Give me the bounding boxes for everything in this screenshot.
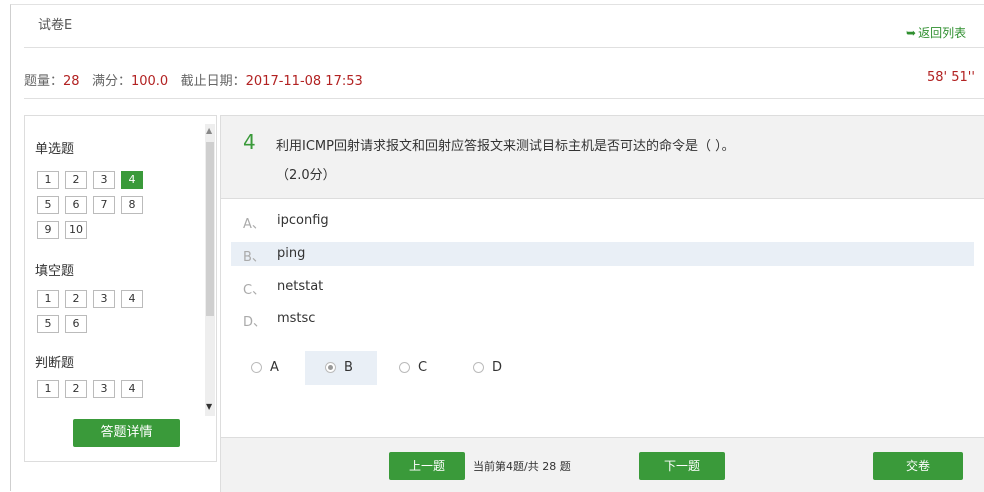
nav-question-button[interactable]: 1 — [37, 380, 59, 398]
section-title-single-choice: 单选题 — [35, 142, 75, 157]
divider — [24, 98, 984, 99]
nav-question-button[interactable]: 2 — [65, 380, 87, 398]
nav-question-button[interactable]: 8 — [121, 196, 143, 214]
choice-label: A — [270, 360, 279, 375]
score-label: 满分： — [91, 74, 131, 89]
nav-question-button[interactable]: 1 — [37, 290, 59, 308]
paper-title: 试卷E — [38, 18, 73, 33]
question-text: 利用ICMP回射请求报文和回射应答报文来测试目标主机是否可达的命令是（ ）。 — [276, 139, 735, 154]
question-header: 4 利用ICMP回射请求报文和回射应答报文来测试目标主机是否可达的命令是（ ）。… — [221, 116, 984, 198]
navigator-scrollbar[interactable]: ▲ ▼ — [205, 124, 215, 416]
radio-icon[interactable] — [473, 362, 484, 373]
option-row[interactable]: A、 ipconfig — [231, 209, 974, 233]
option-list: A、 ipconfig B、 ping C、 netstat D、 mstsc — [221, 198, 984, 340]
submit-exam-button[interactable]: 交卷 — [873, 452, 963, 480]
countdown-timer: 58' 51'' — [927, 70, 975, 85]
choice-label: B — [344, 360, 353, 375]
radio-icon[interactable] — [251, 362, 262, 373]
scrollbar-thumb[interactable] — [206, 142, 214, 316]
nav-question-button[interactable]: 3 — [93, 380, 115, 398]
navigator-list: 单选题 1 2 3 4 5 6 7 8 9 10 填空题 1 2 3 4 5 6… — [25, 116, 205, 412]
nav-question-button[interactable]: 4 — [121, 380, 143, 398]
nav-question-button[interactable]: 4 — [121, 290, 143, 308]
question-number: 4 — [243, 130, 256, 154]
divider — [24, 47, 984, 48]
question-progress: 当前第4题/共 28 题 — [473, 460, 571, 473]
question-navigator: 单选题 1 2 3 4 5 6 7 8 9 10 填空题 1 2 3 4 5 6… — [24, 115, 217, 462]
option-text: ipconfig — [277, 213, 329, 228]
option-text: netstat — [277, 279, 324, 294]
answer-details-button[interactable]: 答题详情 — [73, 419, 180, 447]
option-text: mstsc — [277, 311, 316, 326]
nav-question-button[interactable]: 3 — [93, 171, 115, 189]
option-row[interactable]: C、 netstat — [231, 275, 974, 299]
radio-selected-icon[interactable] — [325, 362, 336, 373]
nav-question-button[interactable]: 6 — [65, 196, 87, 214]
nav-question-button[interactable]: 10 — [65, 221, 87, 239]
back-to-list-label: 返回列表 — [918, 26, 967, 40]
back-to-list-link[interactable]: ➥ 返回列表 — [906, 24, 966, 41]
nav-question-button[interactable]: 3 — [93, 290, 115, 308]
choice-label: D — [492, 360, 503, 375]
option-letter: A、 — [243, 217, 265, 232]
count-value: 28 — [63, 74, 80, 89]
count-label: 题量： — [24, 74, 64, 89]
scroll-down-icon[interactable]: ▼ — [206, 402, 212, 411]
option-row[interactable]: D、 mstsc — [231, 307, 974, 331]
option-letter: D、 — [243, 315, 267, 330]
nav-question-button[interactable]: 9 — [37, 221, 59, 239]
score-value: 100.0 — [130, 74, 169, 89]
back-arrow-icon: ➥ — [906, 26, 917, 40]
choice-radio-c[interactable]: C — [399, 351, 449, 385]
nav-question-button[interactable]: 2 — [65, 171, 87, 189]
deadline-value: 2017-11-08 17:53 — [245, 74, 363, 89]
nav-question-button[interactable]: 2 — [65, 290, 87, 308]
deadline-label: 截止日期： — [180, 74, 246, 89]
nav-question-button[interactable]: 7 — [93, 196, 115, 214]
section-title-true-false: 判断题 — [35, 356, 75, 371]
choice-radio-b-selected[interactable]: B — [305, 351, 377, 385]
choice-radio-a[interactable]: A — [251, 351, 301, 385]
question-panel: 4 利用ICMP回射请求报文和回射应答报文来测试目标主机是否可达的命令是（ ）。… — [220, 115, 984, 492]
question-score: （2.0分） — [276, 168, 336, 183]
option-row-highlighted[interactable]: B、 ping — [231, 242, 974, 266]
question-footer: 上一题 当前第4题/共 28 题 下一题 交卷 — [221, 437, 984, 492]
nav-question-button[interactable]: 6 — [65, 315, 87, 333]
nav-question-button-current[interactable]: 4 — [121, 171, 143, 189]
option-letter: B、 — [243, 250, 265, 265]
nav-question-button[interactable]: 5 — [37, 315, 59, 333]
nav-question-button[interactable]: 5 — [37, 196, 59, 214]
choice-label: C — [418, 360, 428, 375]
choice-radio-d[interactable]: D — [473, 351, 523, 385]
option-text: ping — [277, 246, 306, 261]
nav-question-button[interactable]: 1 — [37, 171, 59, 189]
radio-icon[interactable] — [399, 362, 410, 373]
prev-question-button[interactable]: 上一题 — [389, 452, 465, 480]
scroll-up-icon[interactable]: ▲ — [206, 126, 212, 135]
next-question-button[interactable]: 下一题 — [639, 452, 725, 480]
exam-info: 题量：28 满分：100.0 截止日期：2017-11-08 17:53 — [24, 70, 363, 89]
answer-choices: A B C D — [221, 339, 984, 437]
option-letter: C、 — [243, 283, 266, 298]
section-title-fill-blank: 填空题 — [35, 264, 75, 279]
